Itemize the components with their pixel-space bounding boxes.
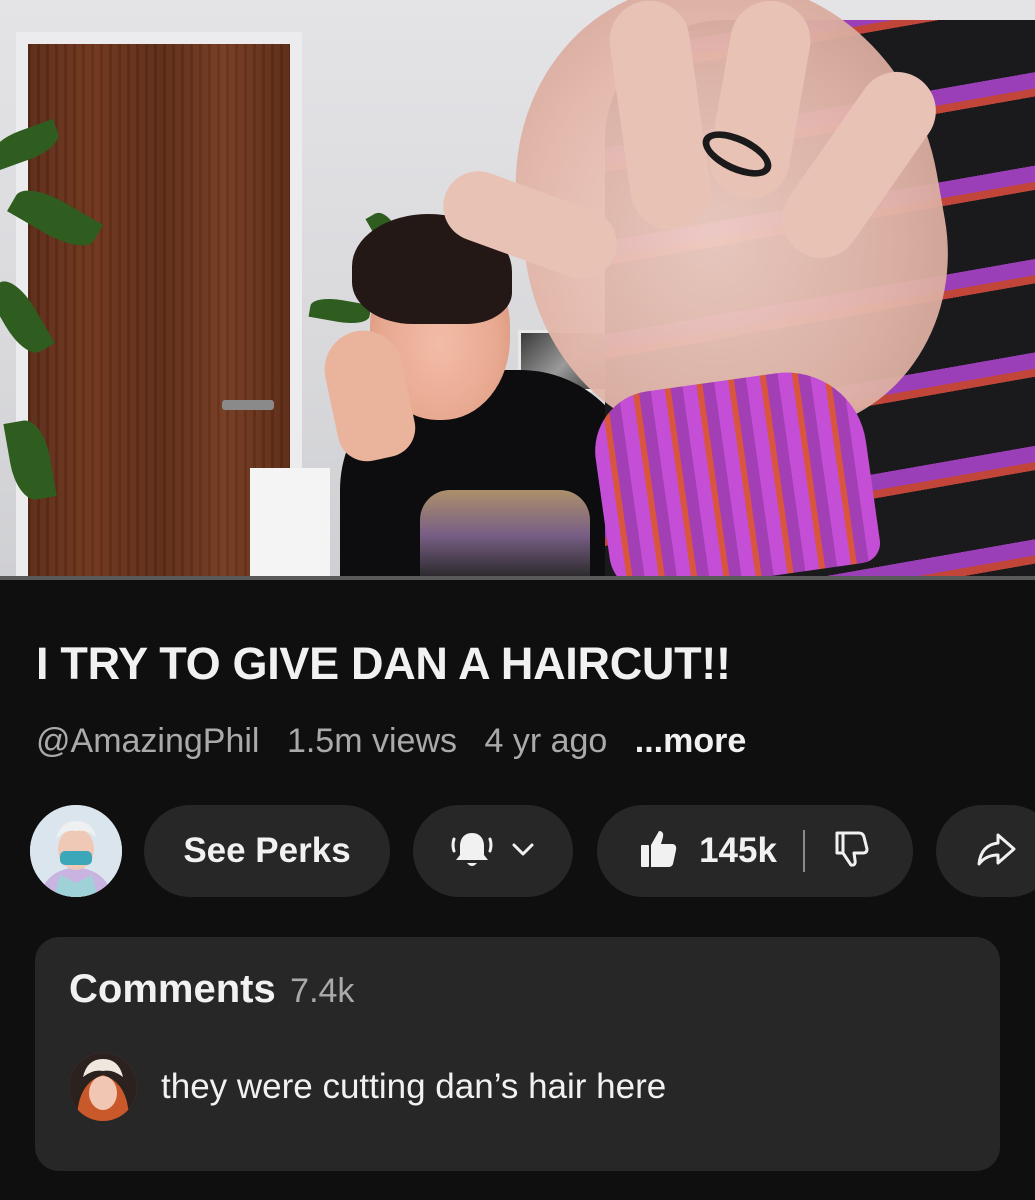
video-metadata[interactable]: @AmazingPhil 1.5m views 4 yr ago ...more bbox=[36, 722, 764, 761]
commenter-avatar-image bbox=[69, 1053, 137, 1121]
video-progress-bar[interactable] bbox=[0, 576, 1035, 580]
bell-icon bbox=[448, 825, 496, 878]
view-count: 1.5m views bbox=[286, 722, 458, 760]
comments-panel[interactable]: Comments 7.4k they were cutting dan’s ha… bbox=[35, 937, 1000, 1171]
commenter-avatar[interactable] bbox=[69, 1053, 137, 1121]
like-divider bbox=[802, 830, 805, 872]
comments-title: Comments bbox=[69, 967, 276, 1011]
share-button[interactable] bbox=[936, 805, 1035, 897]
upload-age: 4 yr ago bbox=[484, 722, 608, 760]
video-title: I TRY TO GIVE DAN A HAIRCUT!! bbox=[36, 638, 731, 689]
like-count: 145k bbox=[699, 831, 777, 870]
comments-count: 7.4k bbox=[290, 972, 355, 1010]
thumbs-up-icon[interactable] bbox=[637, 827, 681, 876]
more-link[interactable]: ...more bbox=[635, 722, 746, 760]
like-dislike-group[interactable]: 145k bbox=[597, 805, 913, 897]
thumbs-down-icon[interactable] bbox=[829, 827, 873, 876]
chevron-down-icon bbox=[508, 834, 538, 869]
see-perks-button[interactable]: See Perks bbox=[144, 805, 390, 897]
channel-handle[interactable]: @AmazingPhil bbox=[36, 722, 260, 760]
door-handle bbox=[222, 400, 274, 410]
comments-header: Comments 7.4k bbox=[69, 967, 354, 1012]
channel-avatar[interactable] bbox=[30, 805, 122, 897]
notification-bell-button[interactable] bbox=[413, 805, 573, 897]
share-icon bbox=[974, 827, 1018, 876]
avatar-image bbox=[30, 805, 122, 897]
sweater-cuff bbox=[587, 362, 883, 580]
shirt-print bbox=[420, 490, 590, 580]
shelf bbox=[250, 468, 330, 580]
video-player[interactable] bbox=[0, 0, 1035, 580]
top-comment-text: they were cutting dan’s hair here bbox=[161, 1067, 667, 1106]
